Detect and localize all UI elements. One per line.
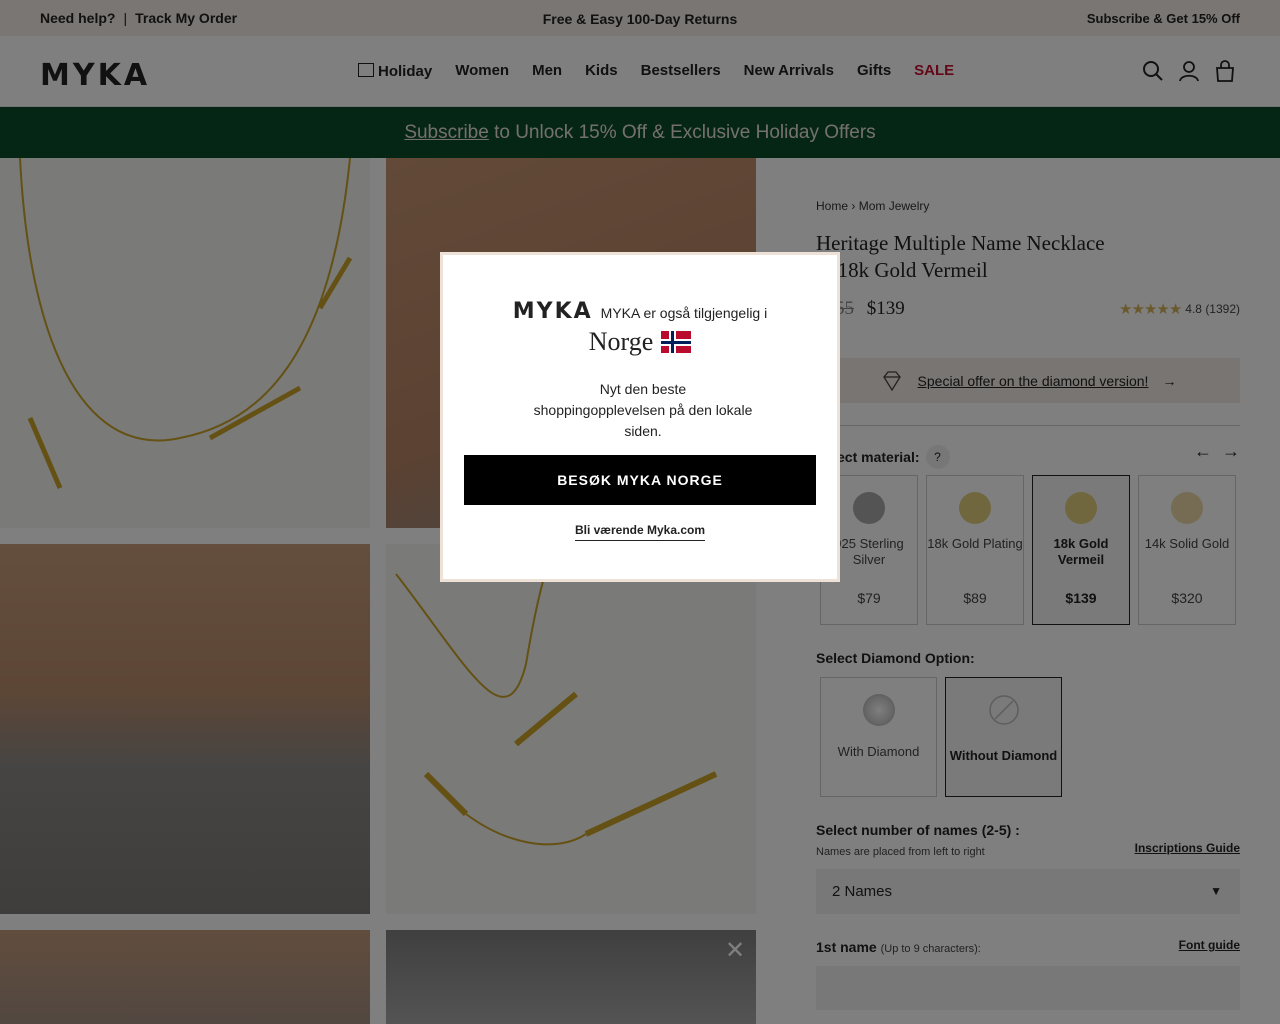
stay-on-site-link[interactable]: Bli værende Myka.com — [574, 523, 706, 541]
modal-body: Nyt den beste shoppingopplevelsen på den… — [533, 381, 753, 439]
modal-logo: MYKA — [512, 299, 593, 324]
modal-country: Norge — [443, 327, 837, 357]
country-name: Norge — [588, 327, 654, 356]
modal-subtitle: MYKA er også tilgjengelig i — [600, 305, 768, 321]
norway-flag-icon — [661, 331, 692, 353]
visit-local-site-button[interactable]: BESØK MYKA NORGE — [464, 455, 816, 505]
country-redirect-modal: MYKA MYKA er også tilgjengelig i Norge N… — [440, 252, 840, 582]
